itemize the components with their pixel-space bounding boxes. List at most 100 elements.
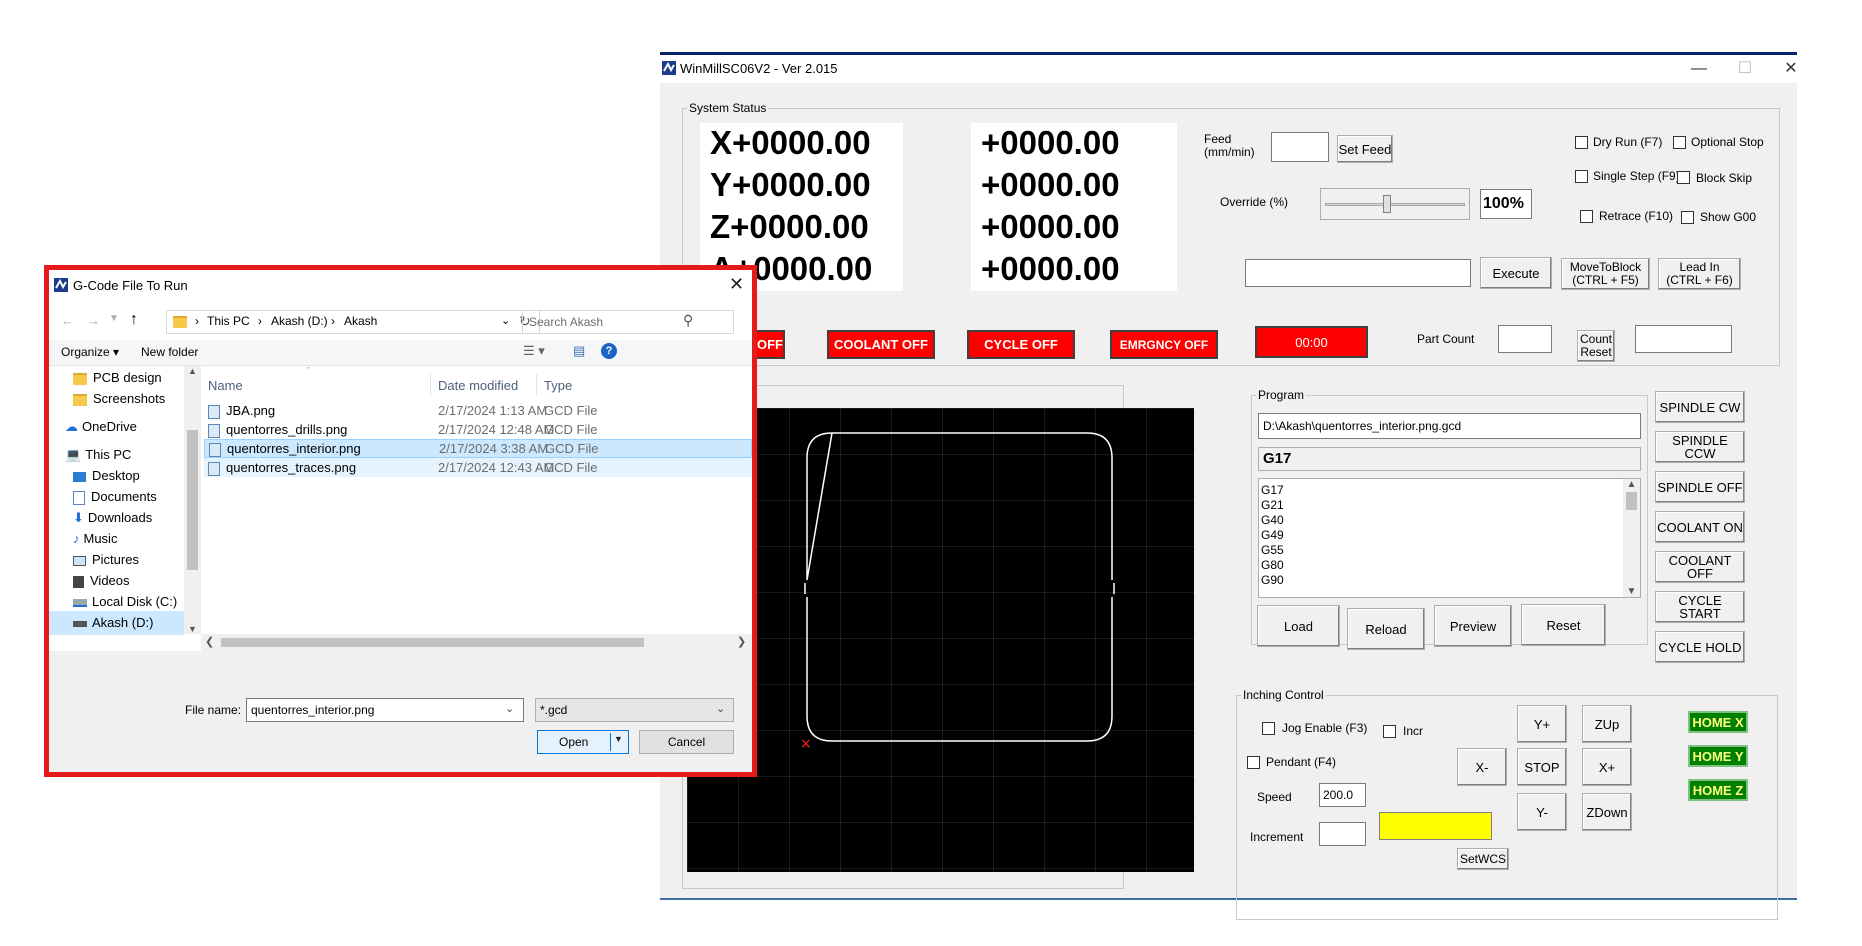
override-slider-thumb[interactable]: [1383, 195, 1391, 213]
breadcrumb-folder[interactable]: Akash: [344, 314, 377, 328]
y-machine-coord: Y+0000.00: [700, 165, 903, 207]
z-up-button[interactable]: ZUp: [1582, 705, 1632, 743]
chevron-down-icon[interactable]: ⌄: [501, 314, 510, 327]
spindle-off-button[interactable]: SPINDLE OFF: [1655, 471, 1745, 503]
x-minus-button[interactable]: X-: [1457, 748, 1507, 786]
move-to-block-button[interactable]: MoveToBlock (CTRL + F5): [1561, 258, 1650, 290]
count-reset-button[interactable]: Count Reset: [1577, 330, 1615, 362]
close-icon[interactable]: ✕: [729, 274, 744, 295]
breadcrumb-drive[interactable]: Akash (D:): [271, 314, 328, 328]
program-listing[interactable]: G17 G21 G40 G49 G55 G80 G90 ▲ ▼: [1258, 478, 1641, 598]
dry-run-checkbox[interactable]: [1575, 136, 1588, 149]
scroll-thumb[interactable]: [221, 638, 644, 647]
scroll-thumb[interactable]: [187, 430, 198, 570]
set-wcs-button[interactable]: SetWCS: [1457, 848, 1509, 870]
file-row-selected[interactable]: quentorres_interior.png 2/17/2024 3:38 A…: [204, 439, 752, 458]
program-scrollbar[interactable]: ▲ ▼: [1623, 479, 1640, 597]
set-feed-button[interactable]: Set Feed: [1337, 135, 1393, 163]
sidebar-item-screenshots[interactable]: Screenshots: [73, 387, 165, 411]
back-icon[interactable]: ←: [61, 313, 74, 328]
pendant-label: Pendant (F4): [1266, 755, 1337, 769]
speed-input[interactable]: 200.0: [1319, 783, 1366, 807]
execute-button[interactable]: Execute: [1480, 257, 1552, 289]
y-plus-button[interactable]: Y+: [1517, 705, 1567, 743]
toolpath-preview[interactable]: ×: [687, 408, 1194, 872]
close-icon[interactable]: ✕: [1768, 57, 1814, 81]
file-list[interactable]: ˆ Name Date modified Type JBA.png 2/17/2…: [201, 366, 752, 636]
stop-button[interactable]: STOP: [1517, 748, 1567, 786]
home-z-button[interactable]: HOME Z: [1688, 779, 1748, 801]
spindle-ccw-button[interactable]: SPINDLE CCW: [1655, 431, 1745, 463]
load-button[interactable]: Load: [1257, 605, 1340, 647]
lead-in-button[interactable]: Lead In (CTRL + F6): [1658, 258, 1741, 290]
block-skip-checkbox[interactable]: [1677, 171, 1690, 184]
y-minus-button[interactable]: Y-: [1517, 793, 1567, 831]
help-icon[interactable]: ?: [601, 343, 617, 359]
preview-button[interactable]: Preview: [1434, 605, 1512, 647]
scroll-down-icon[interactable]: ▼: [1623, 586, 1640, 597]
override-slider[interactable]: [1320, 188, 1470, 220]
minimize-icon[interactable]: —: [1676, 57, 1722, 81]
column-name[interactable]: Name: [208, 378, 243, 393]
new-folder-button[interactable]: New folder: [141, 345, 198, 359]
coolant-off-button[interactable]: COOLANT OFF: [1655, 551, 1745, 583]
search-icon[interactable]: ⚲: [683, 312, 693, 329]
mdi-input[interactable]: [1245, 259, 1471, 287]
home-x-button[interactable]: HOME X: [1688, 711, 1748, 733]
scroll-thumb[interactable]: [1626, 492, 1637, 510]
reset-button[interactable]: Reset: [1521, 604, 1606, 646]
scroll-down-icon[interactable]: ▼: [184, 624, 201, 634]
feed-input[interactable]: [1271, 132, 1329, 162]
maximize-icon[interactable]: ☐: [1722, 57, 1768, 81]
navigation-pane[interactable]: PCB design Screenshots ☁ OneDrive 💻 This P…: [49, 366, 184, 646]
preview-pane-icon[interactable]: ▤: [573, 343, 585, 359]
file-row[interactable]: JBA.png 2/17/2024 1:13 AM GCD File: [201, 401, 752, 420]
pendant-checkbox[interactable]: [1247, 756, 1260, 769]
file-row[interactable]: quentorres_drills.png 2/17/2024 12:48 AM…: [201, 420, 752, 439]
sidebar-item-onedrive[interactable]: ☁ OneDrive: [65, 415, 137, 439]
show-g00-label: Show G00: [1700, 210, 1757, 224]
file-list-hscrollbar[interactable]: ❮ ❯: [201, 634, 752, 651]
coolant-on-button[interactable]: COOLANT ON: [1655, 511, 1745, 543]
scroll-up-icon[interactable]: ▲: [1623, 479, 1640, 490]
program-path-field[interactable]: D:\Akash\quentorres_interior.png.gcd: [1258, 413, 1641, 439]
z-down-button[interactable]: ZDown: [1582, 793, 1632, 831]
search-box[interactable]: Search Akash ⚲: [522, 310, 734, 334]
organize-menu[interactable]: Organize ▾: [61, 345, 119, 359]
file-type-filter[interactable]: *.gcd ⌄: [535, 698, 734, 722]
increment-input[interactable]: [1319, 822, 1366, 846]
forward-icon[interactable]: →: [87, 313, 100, 328]
chevron-down-icon[interactable]: ⌄: [505, 702, 514, 715]
cycle-start-button[interactable]: CYCLE START: [1655, 591, 1745, 623]
scroll-left-icon[interactable]: ❮: [205, 635, 214, 648]
sidebar-item-akash-drive[interactable]: Akash (D:): [49, 611, 184, 635]
scroll-up-icon[interactable]: ▲: [184, 366, 201, 376]
column-type[interactable]: Type: [544, 378, 572, 393]
home-y-button[interactable]: HOME Y: [1688, 745, 1748, 767]
breadcrumb[interactable]: › This PC › Akash (D:) › Akash ⌄ ↻: [166, 310, 540, 334]
cycle-hold-button[interactable]: CYCLE HOLD: [1655, 631, 1745, 663]
retrace-checkbox[interactable]: [1580, 210, 1593, 223]
file-name-input[interactable]: quentorres_interior.png ⌄: [246, 698, 524, 722]
column-date-modified[interactable]: Date modified: [438, 378, 518, 393]
open-dropdown-icon[interactable]: ▼: [614, 734, 623, 744]
chevron-down-icon[interactable]: ⌄: [716, 702, 725, 715]
x-plus-button[interactable]: X+: [1582, 748, 1632, 786]
breadcrumb-this-pc[interactable]: This PC: [207, 314, 250, 328]
recent-locations-icon[interactable]: ▼: [109, 313, 119, 324]
reload-button[interactable]: Reload: [1347, 608, 1425, 650]
incr-checkbox[interactable]: [1383, 725, 1396, 738]
open-button[interactable]: Open ▼: [537, 730, 629, 754]
optional-stop-checkbox[interactable]: [1673, 136, 1686, 149]
show-g00-checkbox[interactable]: [1681, 211, 1694, 224]
single-step-checkbox[interactable]: [1575, 170, 1588, 183]
view-options-icon[interactable]: ☰ ▾: [523, 343, 545, 359]
jog-enable-checkbox[interactable]: [1262, 722, 1275, 735]
up-folder-icon[interactable]: ↑: [130, 311, 138, 329]
incr-label: Incr: [1403, 724, 1424, 738]
sidebar-scrollbar[interactable]: ▲ ▼: [184, 366, 201, 634]
scroll-right-icon[interactable]: ❯: [737, 635, 746, 648]
spindle-cw-button[interactable]: SPINDLE CW: [1655, 391, 1745, 423]
cancel-button[interactable]: Cancel: [639, 730, 734, 754]
file-row[interactable]: quentorres_traces.png 2/17/2024 12:43 AM…: [204, 458, 752, 477]
